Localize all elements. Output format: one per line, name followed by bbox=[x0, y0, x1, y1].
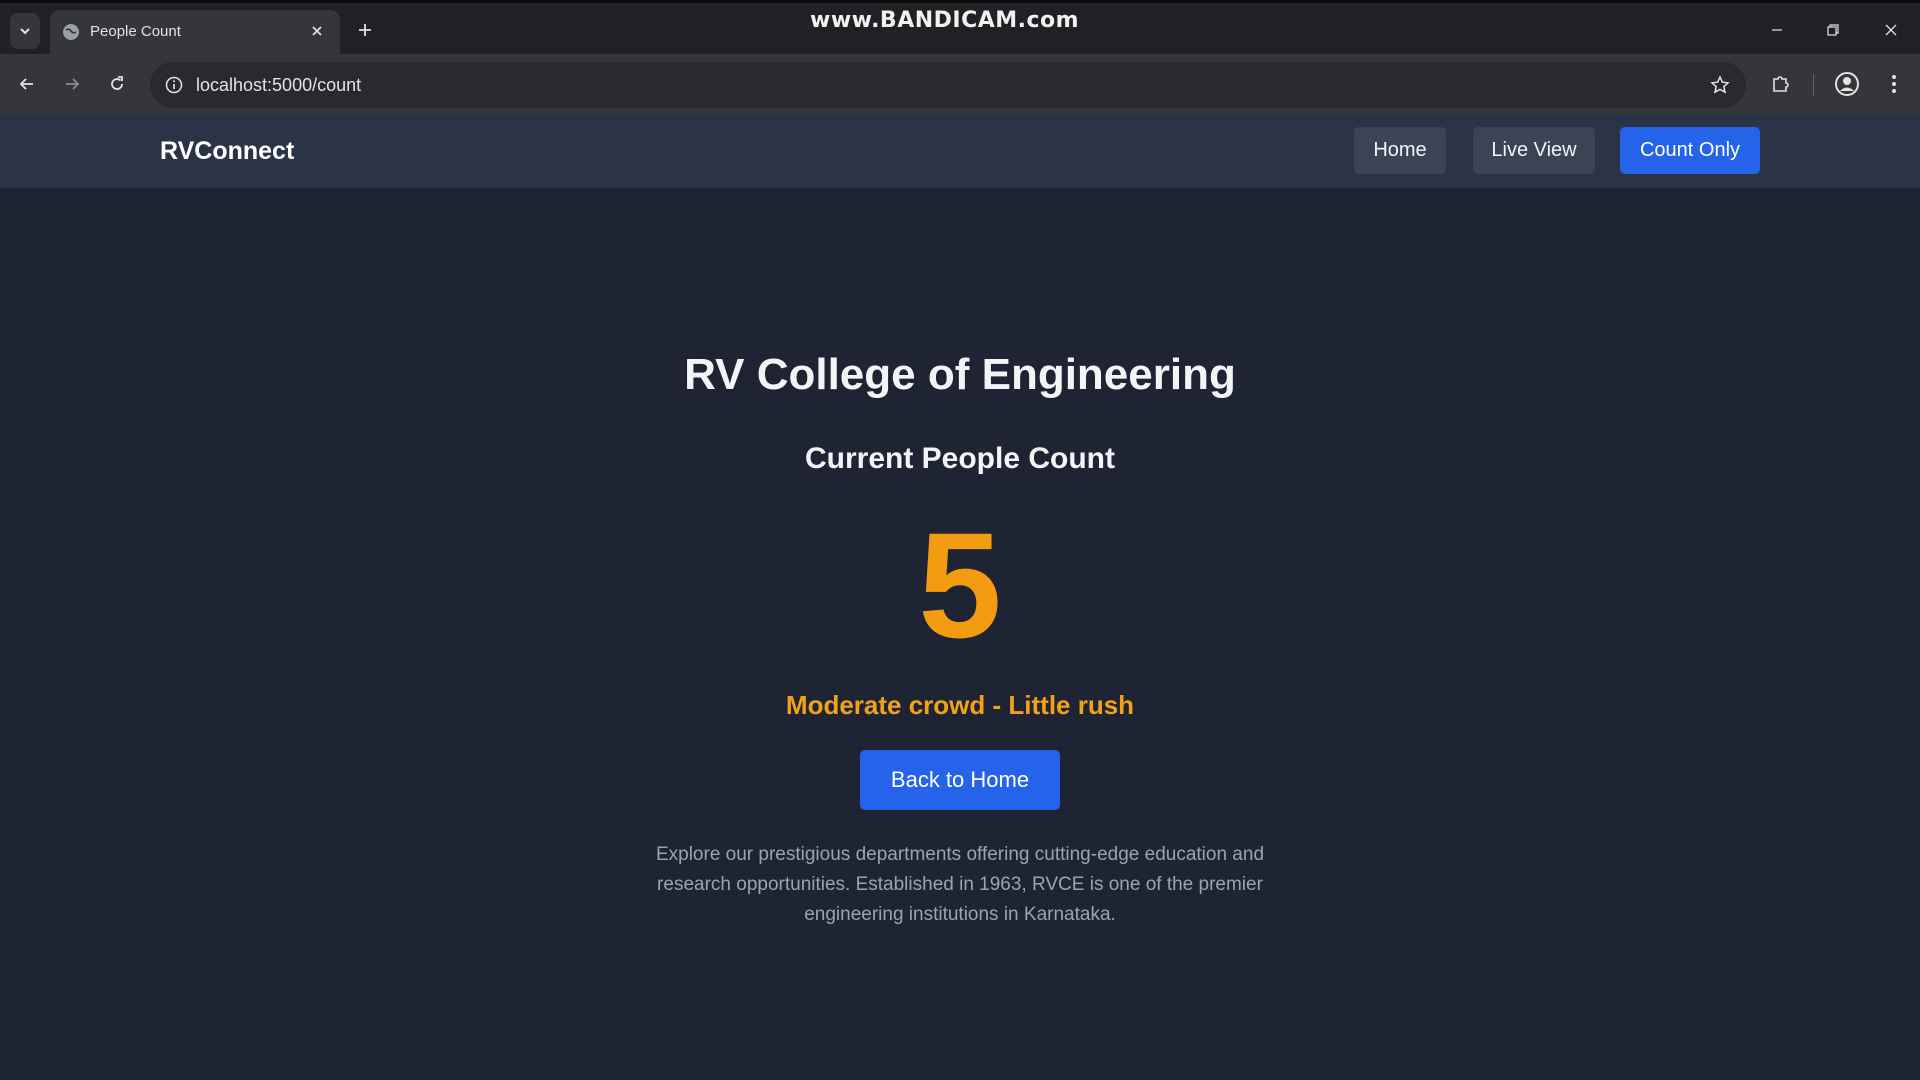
tab-title: People Count bbox=[90, 23, 181, 40]
star-icon bbox=[1710, 75, 1730, 94]
browser-toolbar: localhost:5000/count bbox=[0, 54, 1920, 114]
brand-logo[interactable]: RVConnect bbox=[160, 137, 294, 166]
bookmark-button[interactable] bbox=[1708, 73, 1732, 97]
close-window-button[interactable] bbox=[1875, 15, 1907, 45]
close-icon bbox=[312, 26, 322, 36]
arrow-right-icon bbox=[66, 78, 80, 90]
restore-icon bbox=[1827, 24, 1839, 36]
profile-button[interactable] bbox=[1831, 68, 1863, 100]
info-icon bbox=[165, 76, 183, 94]
plus-icon bbox=[359, 24, 371, 36]
extensions-button[interactable] bbox=[1765, 68, 1797, 100]
back-to-home-button[interactable]: Back to Home bbox=[860, 750, 1060, 810]
puzzle-icon bbox=[1773, 76, 1789, 92]
browser-tab[interactable]: People Count bbox=[50, 10, 340, 57]
back-nav-button[interactable] bbox=[11, 68, 43, 100]
address-bar[interactable]: localhost:5000/count bbox=[150, 62, 1746, 108]
kebab-menu-icon bbox=[1892, 75, 1896, 93]
nav-home-link[interactable]: Home bbox=[1354, 127, 1446, 174]
address-url: localhost:5000/count bbox=[196, 75, 362, 95]
reload-button[interactable] bbox=[101, 68, 133, 100]
recording-watermark: www.BANDICAM.com bbox=[810, 8, 1080, 33]
main-content: RV College of Engineering Current People… bbox=[0, 188, 1920, 1080]
site-info-button[interactable] bbox=[162, 73, 186, 97]
people-count-value: 5 bbox=[918, 501, 1002, 669]
count-label: Current People Count bbox=[804, 442, 1115, 475]
crowd-status-text: Moderate crowd - Little rush bbox=[785, 690, 1135, 720]
restore-button[interactable] bbox=[1817, 15, 1849, 45]
arrow-left-icon bbox=[19, 78, 33, 90]
browser-titlebar: People Count www.BANDICAM.com bbox=[0, 0, 1920, 57]
tab-close-button[interactable] bbox=[306, 20, 328, 42]
new-tab-button[interactable] bbox=[352, 17, 378, 43]
nav-count-only-link[interactable]: Count Only bbox=[1620, 127, 1760, 174]
page-title: RV College of Engineering bbox=[684, 350, 1236, 399]
minimize-icon bbox=[1772, 29, 1782, 31]
reload-icon bbox=[111, 76, 123, 90]
site-navbar: RVConnect Home Live View Count Only bbox=[0, 114, 1920, 188]
minimize-button[interactable] bbox=[1761, 15, 1793, 45]
chevron-down-icon bbox=[20, 28, 30, 35]
toolbar-divider bbox=[1813, 74, 1814, 96]
tab-list-button[interactable] bbox=[10, 13, 40, 49]
browser-menu-button[interactable] bbox=[1878, 68, 1910, 100]
profile-icon bbox=[1835, 72, 1859, 96]
forward-nav-button[interactable] bbox=[56, 68, 88, 100]
close-icon bbox=[1885, 24, 1897, 36]
globe-icon bbox=[63, 24, 79, 40]
nav-live-view-link[interactable]: Live View bbox=[1473, 127, 1595, 174]
description-text: Explore our prestigious departments offe… bbox=[655, 844, 1265, 925]
